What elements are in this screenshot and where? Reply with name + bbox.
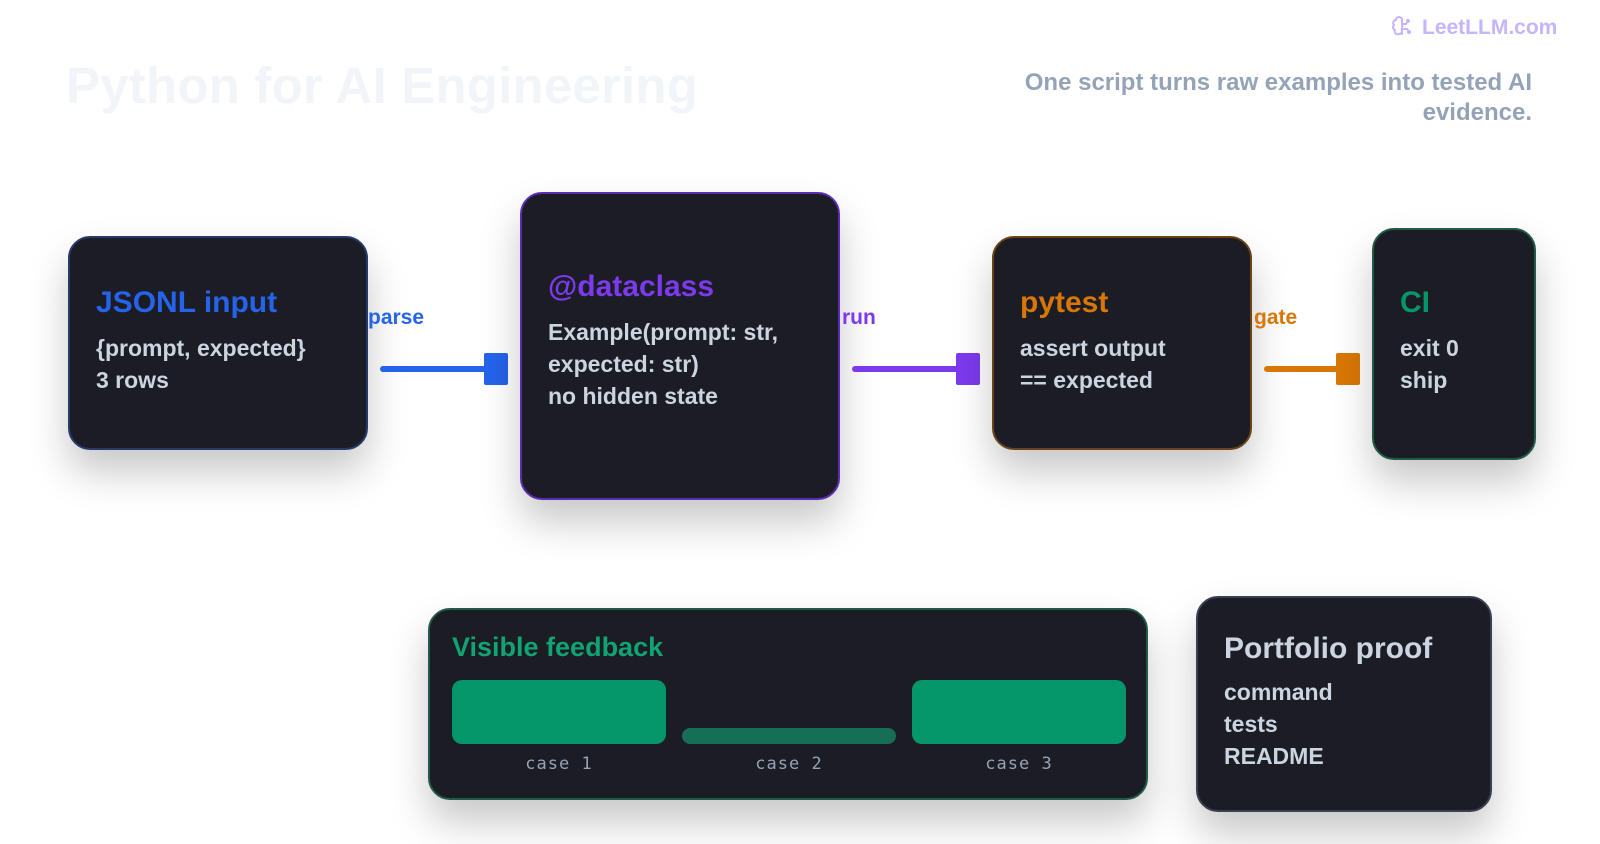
ci-title: CI: [1400, 286, 1430, 319]
ci-line: exit 0: [1400, 335, 1459, 361]
visible-feedback-card: Visible feedback case 1 case 2 case 3: [428, 608, 1148, 800]
portfolio-proof-line: README: [1224, 743, 1324, 769]
gate-connector-head: [1336, 353, 1360, 385]
page-title: Python for AI Engineering: [66, 57, 699, 114]
case-3-bar: [912, 680, 1126, 744]
case-3-label: case 3: [985, 754, 1053, 774]
portfolio-proof-card: Portfolio proof command tests README: [1196, 596, 1492, 812]
dataclass-line: no hidden state: [548, 383, 718, 409]
ci-card: CI exit 0 ship: [1372, 228, 1536, 460]
brand-name[interactable]: LeetLLM.com: [1422, 16, 1557, 40]
portfolio-proof-line: command: [1224, 679, 1333, 705]
case-1-label: case 1: [525, 754, 593, 774]
ci-line: ship: [1400, 367, 1448, 393]
parse-connector-head: [484, 353, 508, 385]
page-subtitle: One script turns raw examples into teste…: [1024, 69, 1532, 126]
gate-edge-label: gate: [1254, 306, 1298, 329]
run-edge-label: run: [842, 306, 876, 329]
feedback-bars: [452, 680, 1126, 746]
case-2-bar: [682, 728, 896, 744]
visible-feedback-title: Visible feedback: [452, 632, 664, 662]
dataclass-card: @dataclass Example(prompt: str, expected…: [520, 192, 840, 500]
run-connector-head: [956, 353, 980, 385]
pytest-line: == expected: [1020, 367, 1153, 393]
case-2-label: case 2: [755, 754, 823, 774]
brain-icon: [1392, 16, 1411, 36]
portfolio-proof-line: tests: [1224, 711, 1278, 737]
dataclass-title: @dataclass: [548, 270, 715, 303]
pytest-line: assert output: [1020, 335, 1166, 361]
jsonl-input-card: JSONL input {prompt, expected} 3 rows: [68, 236, 368, 450]
jsonl-input-line: 3 rows: [96, 367, 169, 393]
brand-logo: LeetLLM.com: [1390, 16, 1557, 40]
pytest-title: pytest: [1020, 286, 1109, 319]
dataclass-line: expected: str): [548, 351, 699, 377]
jsonl-input-line: {prompt, expected}: [96, 335, 306, 361]
jsonl-input-title: JSONL input: [96, 286, 278, 319]
pytest-card: pytest assert output == expected: [992, 236, 1252, 450]
parse-edge-label: parse: [368, 306, 425, 329]
portfolio-proof-title: Portfolio proof: [1224, 632, 1433, 665]
case-1-bar: [452, 680, 666, 744]
dataclass-line: Example(prompt: str,: [548, 319, 779, 345]
